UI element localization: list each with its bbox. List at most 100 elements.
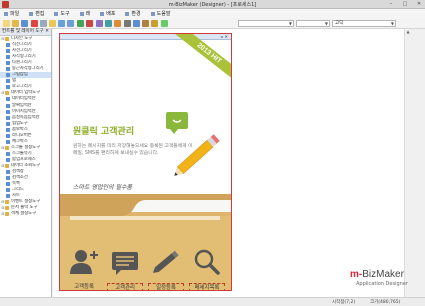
menu-layer[interactable]: 레 xyxy=(79,10,90,17)
folder-icon xyxy=(5,206,9,211)
menu-help[interactable]: 도움말 xyxy=(150,10,171,17)
deploy-icon xyxy=(100,11,105,16)
panel-close-icon[interactable]: ✕ xyxy=(45,29,49,35)
menu-label: 도움말 xyxy=(156,11,171,17)
menu-edit[interactable]: 편집 xyxy=(29,10,44,17)
customer-manage-label: 고객관리 xyxy=(107,283,143,290)
control-tree: ⊟ 디자인 도구 직선그리기 사선그리기 사각형그리기 타원그리기 둥근사각형그리기 그림삽입… xyxy=(0,36,51,217)
control-panel: 컨트롤 및 레이어 도구 ✕ ⊟ 디자인 도구 직선그리기 사선그리기 사각형그리기 타원… xyxy=(0,29,52,297)
search-icon xyxy=(194,249,220,275)
title-bar: m-BizMaker (Designer) - [프로세스1] – □ ✕ xyxy=(0,0,425,9)
add-user-icon xyxy=(70,250,98,274)
control-icon xyxy=(6,133,10,138)
maximize-button[interactable]: □ xyxy=(401,1,409,7)
folder-icon xyxy=(5,200,9,205)
control-icon xyxy=(6,194,10,199)
settings-icon xyxy=(125,11,130,16)
menu-label: 파일 xyxy=(10,11,20,17)
menu-bar: 파일 편집 도구 레 배포 환경 도움말 xyxy=(0,9,425,18)
menu-label: 환경 xyxy=(131,11,141,17)
window-title: m-BizMaker (Designer) - [프로세스1] xyxy=(168,2,257,8)
menu-file[interactable]: 파일 xyxy=(4,10,19,17)
chevron-down-icon: ▼ xyxy=(288,21,292,26)
control-icon xyxy=(6,103,10,108)
window-controls: – □ ✕ xyxy=(387,1,423,7)
brand-prefix: m- xyxy=(350,269,363,280)
signature-text: 스마트 영업인의 필수품 xyxy=(73,184,133,191)
cut-icon[interactable] xyxy=(31,20,38,27)
layer-select[interactable]: ▼ xyxy=(238,20,294,27)
control-icon xyxy=(6,49,10,54)
color-icon[interactable] xyxy=(151,20,158,27)
layer-toolbar-icon[interactable] xyxy=(142,20,149,27)
feature-title: 원클릭 고객관리 xyxy=(73,127,135,137)
menu-tools[interactable]: 도구 xyxy=(54,10,70,17)
control-icon xyxy=(6,61,10,66)
control-icon xyxy=(6,109,10,114)
folder-icon xyxy=(5,145,9,150)
help-toolbar-icon[interactable] xyxy=(161,20,168,27)
design-frame[interactable]: ▫ ✕ 2013 HIT 원클릭 고객관리 원하는 메시지를 미리 저장해놓으세… xyxy=(59,33,232,291)
message-list-button[interactable]: 메세지목록 xyxy=(187,244,227,290)
folder-icon xyxy=(5,212,9,217)
align-icon[interactable] xyxy=(114,20,121,27)
message-icon xyxy=(112,252,138,275)
menu-settings[interactable]: 환경 xyxy=(125,10,141,17)
customer-register-button[interactable]: 고객등록 xyxy=(64,244,104,290)
customer-register-label: 고객등록 xyxy=(74,284,94,290)
font-family-select[interactable]: 고딕 ▼ xyxy=(332,20,396,27)
design-canvas[interactable]: ▲ ▫ ✕ 2013 HIT 원클릭 고객관리 원하는 메시지를 미리 저장해놓… xyxy=(53,29,410,297)
font-size-select[interactable]: ▼ xyxy=(296,20,330,27)
control-icon xyxy=(6,121,10,126)
customer-manage-button[interactable]: 고객관리 xyxy=(105,244,145,290)
folder-icon xyxy=(5,37,9,42)
minimize-button[interactable]: – xyxy=(387,1,395,7)
brand-logo: m-BizMaker xyxy=(350,269,404,280)
folder-icon xyxy=(5,164,9,168)
folder-icon xyxy=(5,91,9,96)
edit-icon xyxy=(29,11,34,16)
control-icon xyxy=(6,67,10,72)
control-icon xyxy=(6,97,10,102)
tree-item-label: 객체 설정도구 xyxy=(11,211,37,217)
scroll-up-icon[interactable]: ▲ xyxy=(405,29,411,35)
status-size: 크기(480,765) xyxy=(370,300,401,305)
control-icon xyxy=(6,79,10,84)
save-icon[interactable] xyxy=(21,20,28,27)
status-bar: 시작점(7,2) 크기(480,765) xyxy=(0,297,425,306)
menu-label: 배포 xyxy=(106,11,116,17)
deploy-toolbar-icon[interactable] xyxy=(96,20,103,27)
tools-icon xyxy=(54,11,59,16)
copy-icon[interactable] xyxy=(40,20,47,27)
panel-title: 컨트롤 및 레이어 도구 xyxy=(2,29,44,34)
schedule-register-button[interactable]: 일정등록 xyxy=(146,244,186,290)
menu-button-row: 고객등록 고객관리 일정등록 메세지목록 xyxy=(60,244,231,290)
frame-close-icon[interactable]: ▫ ✕ xyxy=(221,34,228,39)
status-position: 시작점(7,2) xyxy=(332,300,356,305)
close-button[interactable]: ✕ xyxy=(415,1,423,7)
preview-icon[interactable] xyxy=(105,20,112,27)
tree-group[interactable]: ⊟ 객체 설정도구 xyxy=(0,211,51,217)
font-family-value: 고딕 xyxy=(335,21,344,26)
open-folder-icon[interactable] xyxy=(12,20,19,27)
pen-icon xyxy=(152,250,179,273)
undo-icon[interactable] xyxy=(58,20,65,27)
control-icon xyxy=(6,176,10,181)
control-icon xyxy=(6,182,10,187)
run-icon[interactable] xyxy=(77,20,84,27)
menu-deploy[interactable]: 배포 xyxy=(100,10,115,17)
menu-label: 도구 xyxy=(60,11,70,17)
control-icon xyxy=(6,115,10,120)
schedule-register-label: 일정등록 xyxy=(148,283,184,290)
zoom-icon[interactable] xyxy=(133,20,140,27)
grid-icon[interactable] xyxy=(124,20,131,27)
stop-icon[interactable] xyxy=(86,20,93,27)
feature-description: 원하는 메시지를 미리 저장해놓으세요 등록된 고객들에게 이메일, SMS를 … xyxy=(73,144,193,156)
new-icon[interactable] xyxy=(3,20,10,27)
chevron-down-icon: ▼ xyxy=(390,21,394,26)
redo-icon[interactable] xyxy=(67,20,74,27)
vertical-scrollbar[interactable]: ▲ xyxy=(404,29,410,297)
control-icon xyxy=(6,55,10,60)
paste-icon[interactable] xyxy=(49,20,56,27)
control-icon xyxy=(6,43,10,48)
